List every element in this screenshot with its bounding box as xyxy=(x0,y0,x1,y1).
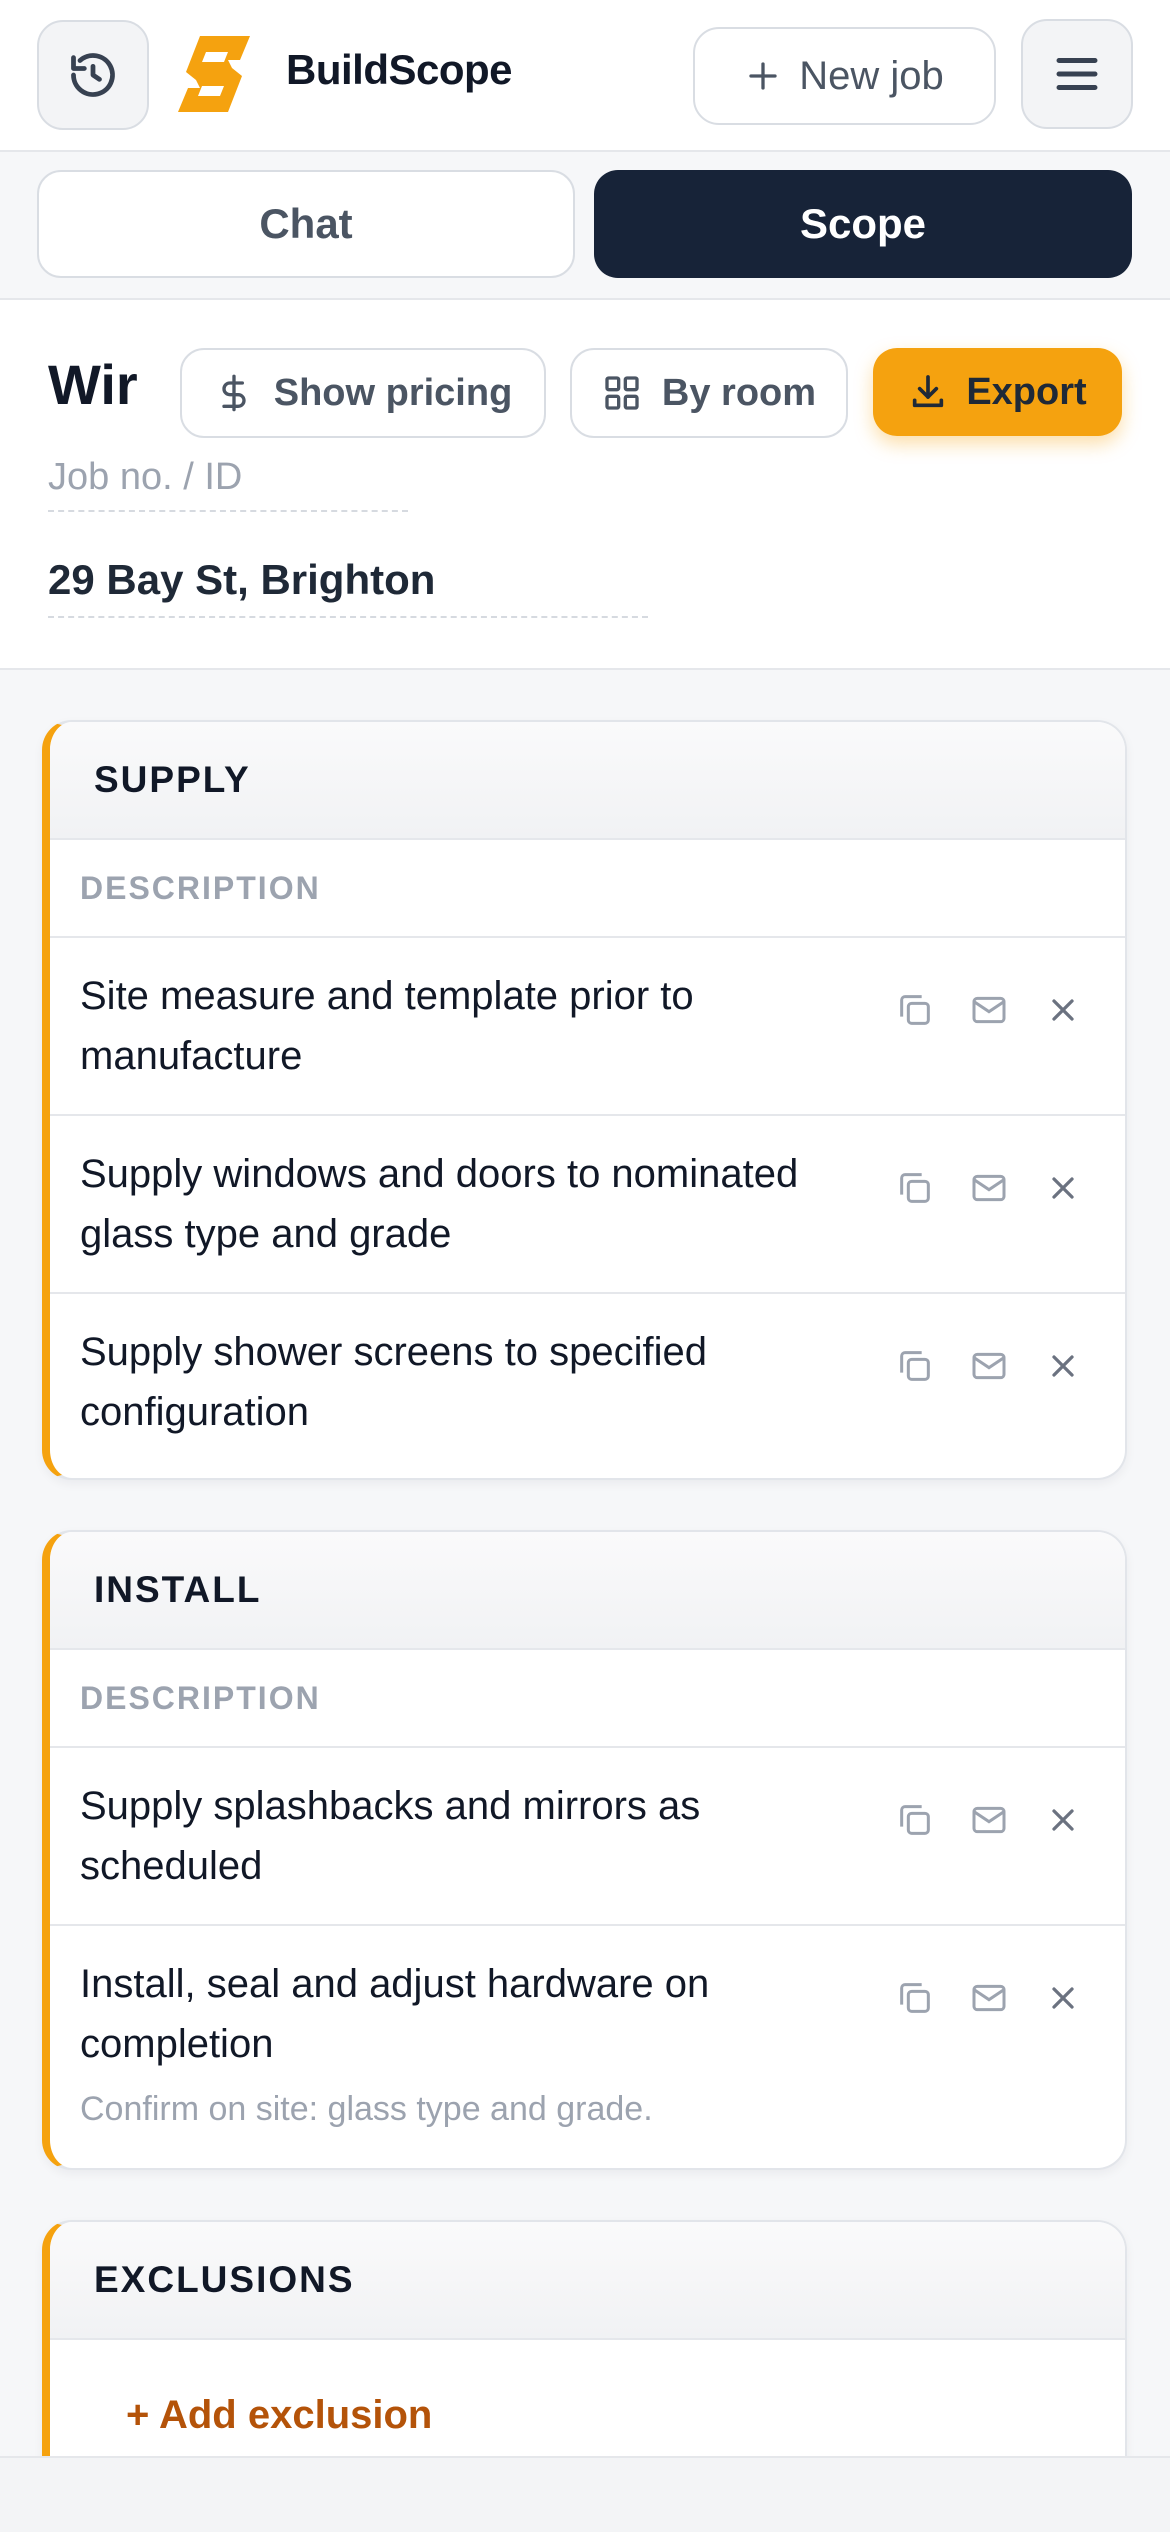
column-header-description: DESCRIPTION xyxy=(50,1650,1125,1748)
copy-icon xyxy=(900,1351,930,1381)
row-actions xyxy=(893,1798,1085,1842)
export-button[interactable]: Export xyxy=(873,348,1122,436)
duplicate-button[interactable] xyxy=(893,1344,937,1388)
view-tabs: Chat Scope xyxy=(0,152,1170,300)
copy-icon xyxy=(900,1983,930,2013)
email-button[interactable] xyxy=(967,1344,1011,1388)
export-label: Export xyxy=(966,370,1087,413)
email-button[interactable] xyxy=(967,1166,1011,1210)
duplicate-button[interactable] xyxy=(893,1166,937,1210)
row-description[interactable]: Supply shower screens to specified confi… xyxy=(80,1322,875,1442)
bottom-bar xyxy=(0,2456,1170,2532)
row-description[interactable]: Install, seal and adjust hardware on com… xyxy=(80,1954,875,2074)
close-icon xyxy=(1052,1177,1074,1199)
new-job-button[interactable]: New job xyxy=(693,27,996,125)
row-description[interactable]: Supply windows and doors to nominated gl… xyxy=(80,1144,875,1264)
buildscope-logo-icon xyxy=(178,36,250,112)
close-icon xyxy=(1052,1987,1074,2009)
job-title[interactable]: Wir xyxy=(48,352,140,417)
by-room-label: By room xyxy=(661,371,817,414)
grid-icon xyxy=(605,376,639,410)
delete-button[interactable] xyxy=(1041,1798,1085,1842)
table-row: Supply splashbacks and mirrors as schedu… xyxy=(50,1748,1125,1926)
show-pricing-button[interactable]: Show pricing xyxy=(180,348,546,438)
row-actions xyxy=(893,988,1085,1032)
menu-icon xyxy=(1056,58,1098,90)
dollar-icon xyxy=(222,374,246,412)
delete-button[interactable] xyxy=(1041,1166,1085,1210)
section-install: INSTALL DESCRIPTION Supply splashbacks a… xyxy=(42,1530,1127,2170)
job-number-field[interactable]: Job no. / ID xyxy=(48,452,408,512)
delete-button[interactable] xyxy=(1041,988,1085,1032)
section-title: EXCLUSIONS xyxy=(50,2222,1125,2340)
delete-button[interactable] xyxy=(1041,1344,1085,1388)
mail-icon xyxy=(972,1806,1006,1834)
section-title: INSTALL xyxy=(50,1532,1125,1650)
row-description[interactable]: Supply splashbacks and mirrors as schedu… xyxy=(80,1776,875,1896)
section-title: SUPPLY xyxy=(50,722,1125,840)
close-icon xyxy=(1052,1809,1074,1831)
menu-button[interactable] xyxy=(1021,19,1133,129)
top-bar: BuildScope New job xyxy=(0,0,1170,152)
job-header: Wir Show pricing By room Export Job no. … xyxy=(0,300,1170,670)
table-row: Supply windows and doors to nominated gl… xyxy=(50,1116,1125,1294)
history-icon xyxy=(71,53,115,97)
copy-icon xyxy=(900,1805,930,1835)
row-actions xyxy=(893,1166,1085,1210)
duplicate-button[interactable] xyxy=(893,1798,937,1842)
row-description[interactable]: Site measure and template prior to manuf… xyxy=(80,966,875,1086)
close-icon xyxy=(1052,999,1074,1021)
copy-icon xyxy=(900,1173,930,1203)
history-button[interactable] xyxy=(37,20,149,130)
download-icon xyxy=(913,375,944,408)
brand-name: BuildScope xyxy=(286,46,513,93)
show-pricing-label: Show pricing xyxy=(273,371,513,414)
row-actions xyxy=(893,1976,1085,2020)
table-row: Install, seal and adjust hardware on com… xyxy=(50,1926,1125,2157)
row-actions xyxy=(893,1344,1085,1388)
table-row: Supply shower screens to specified confi… xyxy=(50,1294,1125,1470)
mail-icon xyxy=(972,1174,1006,1202)
email-button[interactable] xyxy=(967,1976,1011,2020)
section-supply: SUPPLY DESCRIPTION Site measure and temp… xyxy=(42,720,1127,1480)
mail-icon xyxy=(972,996,1006,1024)
close-icon xyxy=(1052,1355,1074,1377)
new-job-label: New job xyxy=(799,53,944,98)
email-button[interactable] xyxy=(967,988,1011,1032)
mail-icon xyxy=(972,1352,1006,1380)
by-room-button[interactable]: By room xyxy=(570,348,848,438)
email-button[interactable] xyxy=(967,1798,1011,1842)
copy-icon xyxy=(900,995,930,1025)
duplicate-button[interactable] xyxy=(893,988,937,1032)
column-header-description: DESCRIPTION xyxy=(50,840,1125,938)
plus-icon xyxy=(749,62,777,90)
mail-icon xyxy=(972,1984,1006,2012)
tab-chat[interactable]: Chat xyxy=(37,170,575,278)
row-note: Confirm on site: glass type and grade. xyxy=(80,2090,653,2128)
table-row: Site measure and template prior to manuf… xyxy=(50,938,1125,1116)
duplicate-button[interactable] xyxy=(893,1976,937,2020)
delete-button[interactable] xyxy=(1041,1976,1085,2020)
address-field[interactable]: 29 Bay St, Brighton xyxy=(48,556,648,618)
tab-scope[interactable]: Scope xyxy=(594,170,1132,278)
